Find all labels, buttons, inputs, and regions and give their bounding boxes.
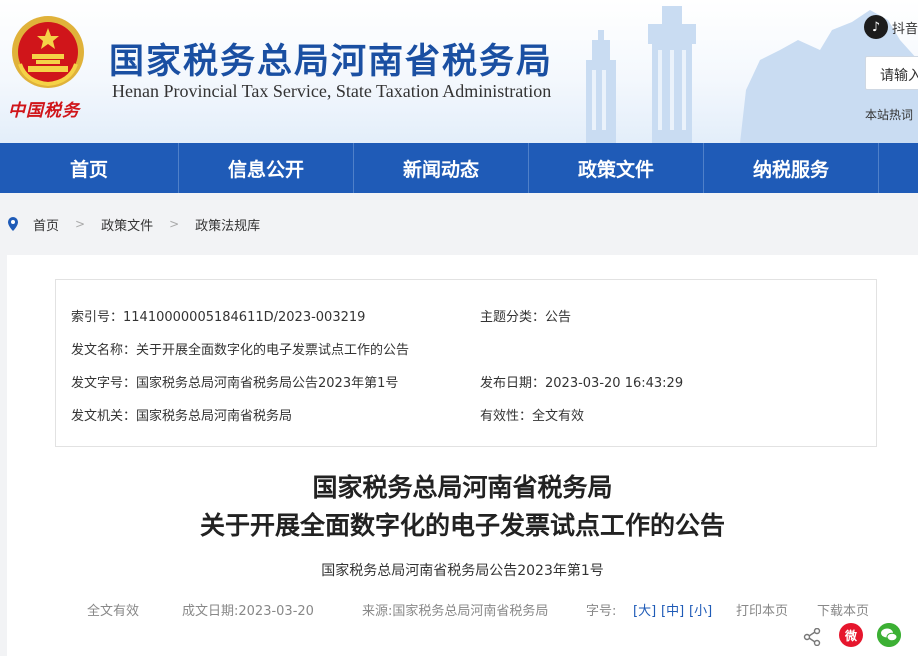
meta-topic: 主题分类：公告 [480, 306, 571, 325]
meta-org: 发文机关：国家税务总局河南省税务局 [71, 405, 292, 424]
validity-label: 全文有效 [87, 600, 139, 619]
article-info-bar: 全文有效 成文日期:2023-03-20 来源:国家税务总局河南省税务局 字号:… [7, 600, 918, 622]
nav-item-policy[interactable]: 政策文件 [529, 143, 704, 193]
source-label: 来源:国家税务总局河南省税务局 [362, 600, 548, 619]
wechat-icon[interactable] [877, 623, 901, 647]
meta-index: 索引号：11410000005184611D/2023-003219 [71, 306, 365, 325]
breadcrumb-policy[interactable]: 政策文件 [101, 215, 153, 234]
china-tax-logo: 中国税务 [8, 96, 88, 122]
site-subtitle: Henan Provincial Tax Service, State Taxa… [112, 81, 551, 102]
meta-docno: 发文字号：国家税务总局河南省税务局公告2023年第1号 [71, 372, 398, 391]
article-content: 索引号：11410000005184611D/2023-003219 主题分类：… [7, 255, 918, 656]
main-nav: 首页 信息公开 新闻动态 政策文件 纳税服务 [0, 143, 918, 193]
meta-date: 发布日期：2023-03-20 16:43:29 [480, 372, 683, 391]
site-title[interactable]: 国家税务总局河南省税务局 [109, 33, 553, 84]
douyin-label: 抖音 [892, 18, 918, 37]
meta-validity: 有效性：全文有效 [480, 405, 584, 424]
document-number: 国家税务总局河南省税务局公告2023年第1号 [7, 560, 918, 580]
font-size-label: 字号: [586, 600, 616, 619]
chevron-right-icon: > [75, 217, 85, 231]
nav-item-info-disclosure[interactable]: 信息公开 [179, 143, 354, 193]
search-input[interactable]: 请输入 [865, 56, 918, 90]
font-medium-button[interactable]: [中] [661, 600, 684, 619]
breadcrumb-home[interactable]: 首页 [33, 215, 59, 234]
document-title-line1: 国家税务总局河南省税务局 [7, 469, 918, 507]
nav-item-home[interactable]: 首页 [0, 143, 179, 193]
nav-item-tax-service[interactable]: 纳税服务 [704, 143, 879, 193]
share-icon[interactable] [803, 628, 821, 646]
created-date: 成文日期:2023-03-20 [182, 600, 314, 619]
douyin-link[interactable]: ♪ 抖音 [864, 14, 918, 40]
location-pin-icon [7, 217, 19, 231]
breadcrumb-regulations[interactable]: 政策法规库 [195, 215, 260, 234]
meta-name: 发文名称：关于开展全面数字化的电子发票试点工作的公告 [71, 339, 409, 358]
nav-item-news[interactable]: 新闻动态 [354, 143, 529, 193]
document-title-line2: 关于开展全面数字化的电子发票试点工作的公告 [7, 507, 918, 545]
site-header: 中国税务 国家税务总局河南省税务局 Henan Provincial Tax S… [0, 0, 918, 143]
document-meta-box: 索引号：11410000005184611D/2023-003219 主题分类：… [55, 279, 877, 447]
national-emblem-icon [10, 14, 86, 90]
chevron-right-icon: > [169, 217, 179, 231]
font-large-button[interactable]: [大] [633, 600, 656, 619]
hot-search-label: 本站热词 [865, 106, 913, 123]
font-small-button[interactable]: [小] [689, 600, 712, 619]
breadcrumb: 首页 > 政策文件 > 政策法规库 [0, 193, 918, 255]
print-button[interactable]: 打印本页 [736, 600, 788, 619]
document-title: 国家税务总局河南省税务局 关于开展全面数字化的电子发票试点工作的公告 [7, 469, 918, 545]
weibo-icon[interactable]: 微 [839, 623, 863, 647]
download-button[interactable]: 下载本页 [817, 600, 869, 619]
douyin-icon: ♪ [864, 15, 888, 39]
